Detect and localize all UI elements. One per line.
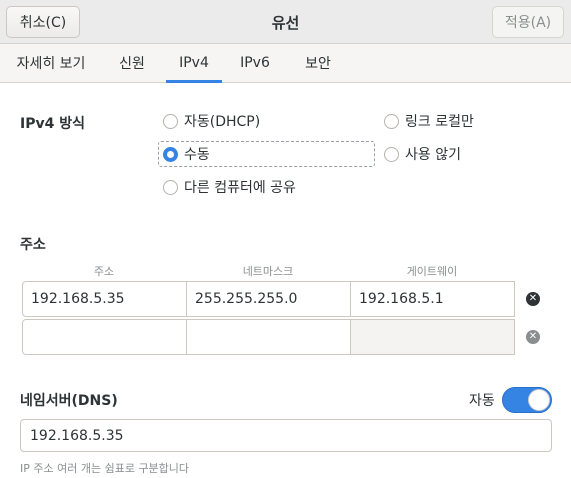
gateway-field[interactable]: 192.168.5.1 xyxy=(350,281,515,317)
delete-address-icon[interactable]: ✕ xyxy=(526,330,540,344)
addresses-label: 주소 xyxy=(20,237,46,253)
gateway-field[interactable] xyxy=(350,319,515,355)
tab-ipv4[interactable]: IPv4 xyxy=(166,44,222,83)
ipv4-method-label: IPv4 방식 xyxy=(20,116,85,132)
netmask-field[interactable] xyxy=(186,319,351,355)
radio-indicator xyxy=(163,179,178,195)
delete-address-icon[interactable]: ✕ xyxy=(526,292,540,306)
tab-details[interactable]: 자세히 보기 xyxy=(6,44,96,82)
radio-link-local-label: 링크 로컬만 xyxy=(405,114,474,130)
radio-indicator xyxy=(163,113,178,129)
column-header-address: 주소 xyxy=(93,265,115,278)
tab-security[interactable]: 보안 xyxy=(292,44,344,82)
radio-manual[interactable]: 수동 xyxy=(163,143,210,165)
dialog-title: 유선 xyxy=(271,14,300,32)
tab-bar: 자세히 보기 신원 IPv4 IPv6 보안 xyxy=(0,44,571,83)
column-header-gateway: 게이트웨이 xyxy=(406,265,458,278)
radio-shared-label: 다른 컴퓨터에 공유 xyxy=(184,180,296,196)
tab-ipv6[interactable]: IPv6 xyxy=(232,44,278,82)
radio-shared[interactable]: 다른 컴퓨터에 공유 xyxy=(163,176,296,198)
header-bar: 취소(C) 유선 적용(A) xyxy=(0,0,571,44)
dns-label: 네임서버(DNS) xyxy=(20,393,118,409)
radio-dhcp-label: 자동(DHCP) xyxy=(184,114,261,130)
column-header-netmask: 네트마스크 xyxy=(242,265,294,278)
address-field[interactable]: 192.168.5.35 xyxy=(22,281,187,317)
address-field[interactable] xyxy=(22,319,187,355)
switch-knob xyxy=(528,389,550,411)
radio-dhcp[interactable]: 자동(DHCP) xyxy=(163,110,260,132)
dns-auto-switch[interactable] xyxy=(502,387,552,413)
dns-input[interactable]: 192.168.5.35 xyxy=(20,419,552,452)
dns-hint: IP 주소 여러 개는 쉼표로 구분합니다 xyxy=(20,462,190,475)
tab-identity[interactable]: 신원 xyxy=(108,44,156,82)
radio-indicator xyxy=(384,113,399,129)
radio-disabled-label: 사용 않기 xyxy=(405,147,461,163)
dns-auto-label: 자동 xyxy=(469,393,495,409)
apply-button[interactable]: 적용(A) xyxy=(492,6,564,38)
radio-link-local[interactable]: 링크 로컬만 xyxy=(384,110,474,132)
netmask-field[interactable]: 255.255.255.0 xyxy=(186,281,351,317)
radio-indicator xyxy=(384,146,399,162)
radio-indicator-checked xyxy=(163,146,178,162)
radio-manual-label: 수동 xyxy=(184,147,210,163)
radio-disabled[interactable]: 사용 않기 xyxy=(384,143,461,165)
